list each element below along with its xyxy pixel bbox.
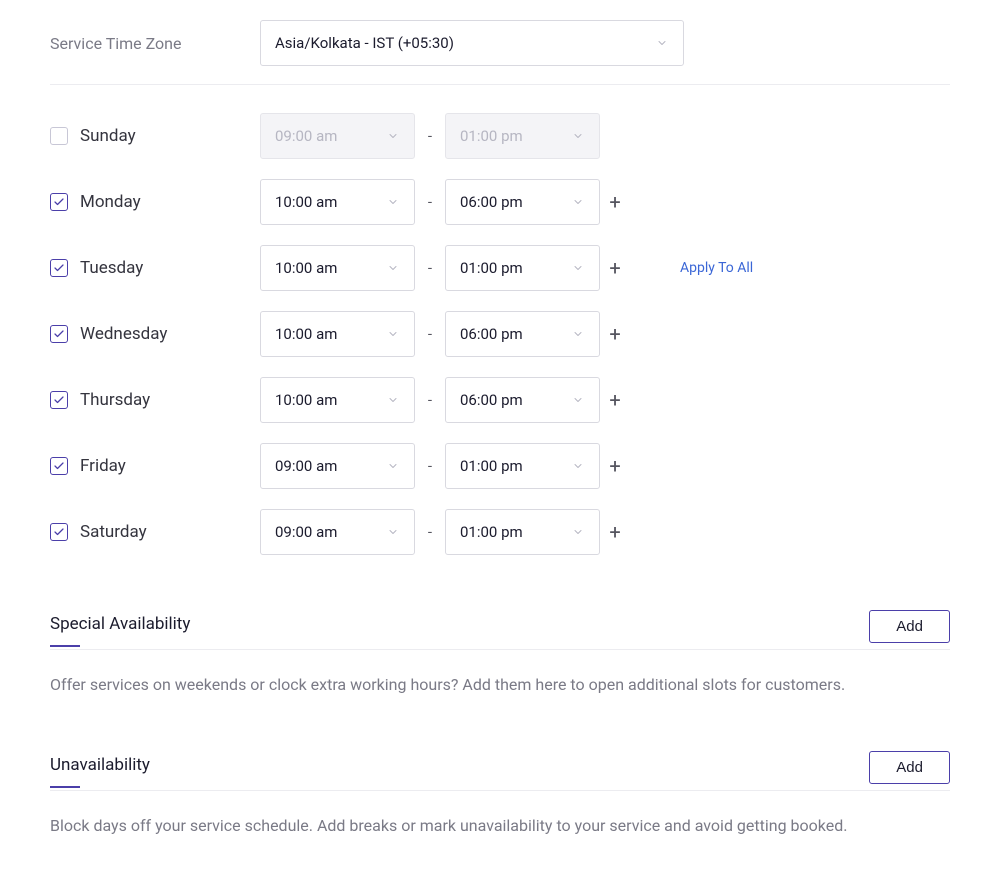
special-availability-title: Special Availability [50, 614, 190, 640]
time-range-separator: - [415, 193, 445, 211]
start-time-value: 09:00 am [275, 457, 337, 475]
day-checkbox[interactable] [50, 523, 68, 541]
start-time-select[interactable]: 09:00 am [260, 443, 415, 489]
chevron-down-icon [655, 36, 669, 50]
time-range-separator: - [415, 127, 445, 145]
day-checkbox[interactable] [50, 391, 68, 409]
start-time-select[interactable]: 10:00 am [260, 179, 415, 225]
start-time-select[interactable]: 10:00 am [260, 245, 415, 291]
start-time-select: 09:00 am [260, 113, 415, 159]
end-time-value: 01:00 pm [460, 259, 523, 277]
add-time-slot-button[interactable]: + [600, 256, 630, 280]
day-checkbox[interactable] [50, 325, 68, 343]
end-time-value: 06:00 pm [460, 391, 523, 409]
time-range-separator: - [415, 523, 445, 541]
end-time-value: 06:00 pm [460, 325, 523, 343]
add-time-slot-button[interactable]: + [600, 388, 630, 412]
add-time-slot-button[interactable]: + [600, 322, 630, 346]
day-checkbox[interactable] [50, 127, 68, 145]
start-time-value: 10:00 am [275, 259, 337, 277]
start-time-value: 09:00 am [275, 523, 337, 541]
chevron-down-icon [386, 129, 400, 143]
end-time-value: 01:00 pm [460, 457, 523, 475]
end-time-select[interactable]: 06:00 pm [445, 311, 600, 357]
end-time-select[interactable]: 06:00 pm [445, 179, 600, 225]
start-time-value: 10:00 am [275, 391, 337, 409]
service-time-zone-value: Asia/Kolkata - IST (+05:30) [275, 34, 454, 52]
chevron-down-icon [571, 393, 585, 407]
end-time-select[interactable]: 01:00 pm [445, 245, 600, 291]
service-time-zone-select[interactable]: Asia/Kolkata - IST (+05:30) [260, 20, 684, 66]
apply-to-all-link[interactable]: Apply To All [680, 260, 753, 276]
day-name: Sunday [80, 126, 136, 146]
day-name: Tuesday [80, 258, 143, 278]
day-checkbox[interactable] [50, 193, 68, 211]
time-range-separator: - [415, 259, 445, 277]
unavailability-description: Block days off your service schedule. Ad… [50, 815, 950, 837]
chevron-down-icon [571, 525, 585, 539]
chevron-down-icon [571, 327, 585, 341]
start-time-select[interactable]: 09:00 am [260, 509, 415, 555]
end-time-select[interactable]: 06:00 pm [445, 377, 600, 423]
chevron-down-icon [571, 459, 585, 473]
day-name: Friday [80, 456, 126, 476]
chevron-down-icon [386, 195, 400, 209]
start-time-value: 09:00 am [275, 127, 337, 145]
end-time-select[interactable]: 01:00 pm [445, 509, 600, 555]
chevron-down-icon [386, 459, 400, 473]
time-range-separator: - [415, 457, 445, 475]
end-time-value: 01:00 pm [460, 523, 523, 541]
chevron-down-icon [386, 261, 400, 275]
day-name: Thursday [80, 390, 150, 410]
add-time-slot-button[interactable]: + [600, 454, 630, 478]
day-checkbox[interactable] [50, 457, 68, 475]
chevron-down-icon [386, 327, 400, 341]
add-time-slot-button[interactable]: + [600, 520, 630, 544]
day-checkbox[interactable] [50, 259, 68, 277]
end-time-value: 06:00 pm [460, 193, 523, 211]
unavailability-title: Unavailability [50, 755, 150, 781]
day-name: Wednesday [80, 324, 167, 344]
service-time-zone-label: Service Time Zone [50, 34, 260, 53]
day-name: Monday [80, 192, 141, 212]
special-availability-description: Offer services on weekends or clock extr… [50, 674, 950, 696]
end-time-value: 01:00 pm [460, 127, 523, 145]
start-time-select[interactable]: 10:00 am [260, 377, 415, 423]
day-name: Saturday [80, 522, 147, 542]
add-time-slot-button[interactable]: + [600, 190, 630, 214]
start-time-value: 10:00 am [275, 193, 337, 211]
end-time-select[interactable]: 01:00 pm [445, 443, 600, 489]
chevron-down-icon [571, 195, 585, 209]
end-time-select: 01:00 pm [445, 113, 600, 159]
start-time-value: 10:00 am [275, 325, 337, 343]
chevron-down-icon [571, 261, 585, 275]
chevron-down-icon [386, 393, 400, 407]
time-range-separator: - [415, 391, 445, 409]
chevron-down-icon [571, 129, 585, 143]
add-unavailability-button[interactable]: Add [869, 751, 950, 784]
time-range-separator: - [415, 325, 445, 343]
chevron-down-icon [386, 525, 400, 539]
add-special-availability-button[interactable]: Add [869, 610, 950, 643]
start-time-select[interactable]: 10:00 am [260, 311, 415, 357]
divider [50, 84, 950, 85]
